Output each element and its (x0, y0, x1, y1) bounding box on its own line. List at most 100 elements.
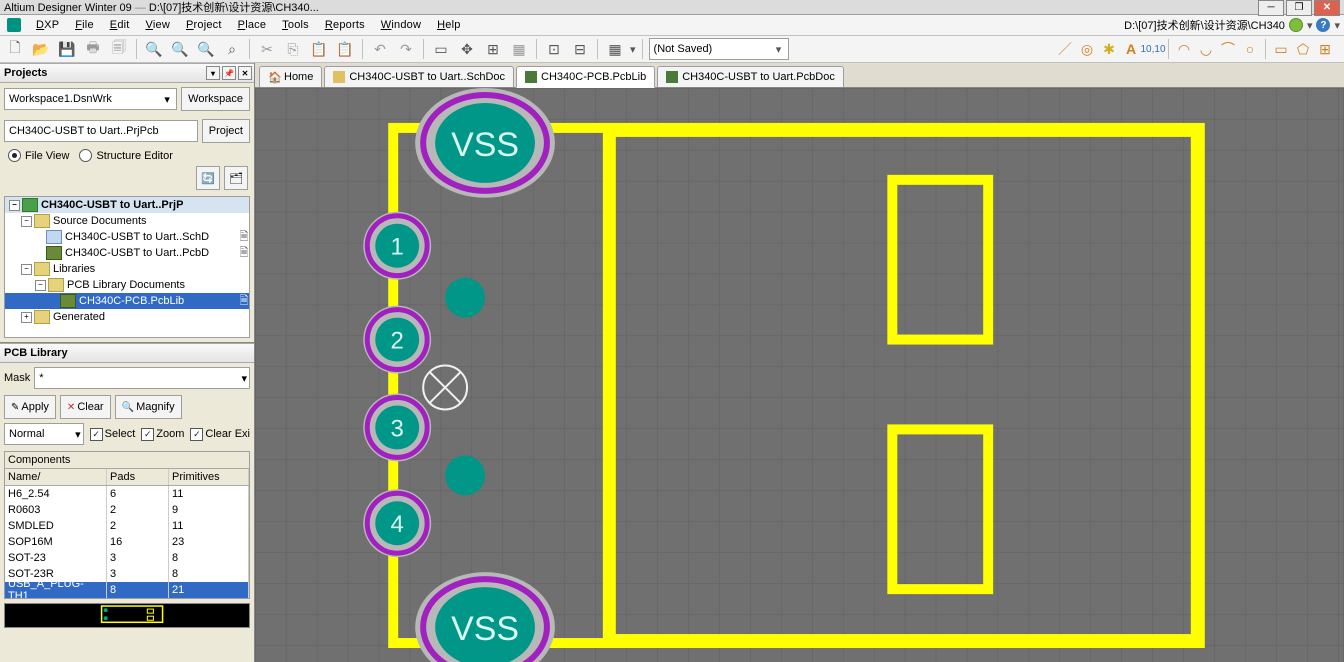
dxp-button[interactable] (4, 16, 24, 34)
copy-icon[interactable]: ⎘ (282, 38, 304, 60)
select-icon[interactable]: ▭ (430, 38, 452, 60)
workspace-combo[interactable]: Workspace1.DsnWrk ▾ (4, 88, 177, 110)
pad-4[interactable]: 4 (363, 489, 431, 557)
structure-editor-radio[interactable]: Structure Editor (79, 149, 172, 162)
zoom-selection-icon[interactable]: ⌕ (221, 38, 243, 60)
arc-any-tool-icon[interactable]: ⌒ (1219, 40, 1237, 58)
menu-place[interactable]: Place (230, 17, 275, 33)
tab-pcbdoc[interactable]: CH340C-USBT to Uart.PcbDoc (657, 66, 844, 87)
print-preview-icon[interactable]: 🗐 (108, 38, 130, 60)
menu-project[interactable]: Project (178, 17, 230, 33)
workspace-button[interactable]: Workspace (181, 87, 250, 111)
table-row[interactable]: SOT-23R38 (5, 566, 249, 582)
menu-dxp[interactable]: DXP (28, 17, 67, 33)
via-tool-icon[interactable]: ✱ (1100, 40, 1118, 58)
col-name[interactable]: Name / (5, 469, 107, 485)
pcb-editor-canvas[interactable]: VSS VSS 1 (255, 88, 1344, 662)
tab-pcblib[interactable]: CH340C-PCB.PcbLib (516, 66, 655, 88)
magnify-button[interactable]: 🔍Magnify (115, 395, 182, 419)
full-circle-tool-icon[interactable]: ○ (1241, 40, 1259, 58)
options-icon[interactable]: ⊟ (569, 38, 591, 60)
align-icon[interactable]: ⊞ (482, 38, 504, 60)
arc-center-tool-icon[interactable]: ◠ (1175, 40, 1193, 58)
tree-pcblib-file[interactable]: CH340C-PCB.PcbLib 🗎 (5, 293, 249, 309)
table-row[interactable]: R060329 (5, 502, 249, 518)
menu-edit[interactable]: Edit (102, 17, 138, 33)
redo-icon[interactable]: ↷ (395, 38, 417, 60)
table-row[interactable]: H6_2.54611 (5, 486, 249, 502)
move-icon[interactable]: ✥ (456, 38, 478, 60)
paste-special-icon[interactable]: 📋 (334, 38, 356, 60)
line-tool-icon[interactable]: ／ (1056, 40, 1074, 58)
new-doc-icon[interactable]: 🗋 (4, 38, 26, 60)
grid-icon[interactable]: ▦ (604, 38, 626, 60)
dropdown-caret-icon[interactable]: ▾ (1334, 19, 1340, 32)
pad-vss-top[interactable]: VSS (415, 88, 555, 198)
panel-pin-icon[interactable]: 📌 (222, 66, 236, 80)
group-icon[interactable]: ▦ (508, 38, 530, 60)
browse-icon[interactable]: ⊡ (543, 38, 565, 60)
menu-view[interactable]: View (138, 17, 178, 33)
project-options-icon[interactable]: 🗂 (224, 166, 248, 190)
tree-pcb-lib-docs[interactable]: − PCB Library Documents (5, 277, 249, 293)
col-primitives[interactable]: Primitives (169, 469, 249, 485)
zoom-checkbox[interactable]: ✓Zoom (141, 428, 184, 441)
save-icon[interactable]: 💾 (56, 38, 78, 60)
menu-file[interactable]: File (67, 17, 102, 33)
file-view-radio[interactable]: File View (8, 149, 69, 162)
projects-tree[interactable]: − CH340C-USBT to Uart..PrjP − Source Doc… (4, 196, 250, 338)
rect-tool-icon[interactable]: ▭ (1272, 40, 1290, 58)
pad-3[interactable]: 3 (363, 393, 431, 461)
tab-home[interactable]: 🏠 Home (259, 66, 322, 87)
arc-edge-tool-icon[interactable]: ◡ (1197, 40, 1215, 58)
via-bottom[interactable] (445, 455, 485, 495)
array-tool-icon[interactable]: ⊞ (1316, 40, 1334, 58)
tree-source-docs[interactable]: − Source Documents (5, 213, 249, 229)
maximize-button[interactable]: ❐ (1286, 0, 1312, 16)
tree-root[interactable]: − CH340C-USBT to Uart..PrjP (5, 197, 249, 213)
zoom-out-icon[interactable]: 🔍 (195, 38, 217, 60)
panel-close-icon[interactable]: ✕ (238, 66, 252, 80)
tree-generated[interactable]: + Generated (5, 309, 249, 325)
via-top[interactable] (445, 278, 485, 318)
menu-tools[interactable]: Tools (274, 17, 317, 33)
snapshot-combo[interactable]: (Not Saved) ▾ (649, 38, 789, 60)
poly-tool-icon[interactable]: ⬠ (1294, 40, 1312, 58)
components-header[interactable]: Components (5, 452, 249, 469)
col-pads[interactable]: Pads (107, 469, 169, 485)
minimize-button[interactable]: ─ (1258, 0, 1284, 16)
paste-icon[interactable]: 📋 (308, 38, 330, 60)
undo-icon[interactable]: ↶ (369, 38, 391, 60)
pad-1[interactable]: 1 (363, 212, 431, 280)
apply-button[interactable]: ✎Apply (4, 395, 56, 419)
collapse-icon[interactable]: − (35, 280, 46, 291)
menu-help[interactable]: Help (429, 17, 468, 33)
zoom-in-icon[interactable]: 🔍 (169, 38, 191, 60)
select-checkbox[interactable]: ✓Select (90, 428, 136, 441)
mask-input[interactable]: * ▾ (34, 367, 250, 389)
dropdown-caret-icon[interactable]: ▾ (1307, 19, 1313, 32)
close-button[interactable]: ✕ (1314, 0, 1340, 16)
cut-icon[interactable]: ✂ (256, 38, 278, 60)
tab-schdoc[interactable]: CH340C-USBT to Uart..SchDoc (324, 66, 514, 87)
table-row[interactable]: USB_A_PLUG-TH1821 (5, 582, 249, 598)
table-row[interactable]: SOP16M1623 (5, 534, 249, 550)
clear-existing-checkbox[interactable]: ✓Clear Exi (190, 428, 250, 441)
clear-button[interactable]: ✕Clear (60, 395, 111, 419)
grid-dropdown-icon[interactable]: ▾ (630, 43, 636, 56)
status-circle-icon[interactable] (1289, 18, 1303, 32)
tree-pcb-doc[interactable]: CH340C-USBT to Uart..PcbD 🗎 (5, 245, 249, 261)
project-button[interactable]: Project (202, 119, 250, 143)
mode-combo[interactable]: Normal ▾ (4, 423, 84, 445)
print-icon[interactable]: 🖶 (82, 38, 104, 60)
help-icon[interactable]: ? (1316, 18, 1330, 32)
tree-libraries[interactable]: − Libraries (5, 261, 249, 277)
table-row[interactable]: SMDLED211 (5, 518, 249, 534)
table-row[interactable]: SOT-2338 (5, 550, 249, 566)
menu-window[interactable]: Window (373, 17, 429, 33)
collapse-icon[interactable]: − (21, 216, 32, 227)
string-tool-icon[interactable]: A (1122, 40, 1140, 58)
menu-reports[interactable]: Reports (317, 17, 373, 33)
open-icon[interactable]: 📂 (30, 38, 52, 60)
zoom-fit-icon[interactable]: 🔍 (143, 38, 165, 60)
